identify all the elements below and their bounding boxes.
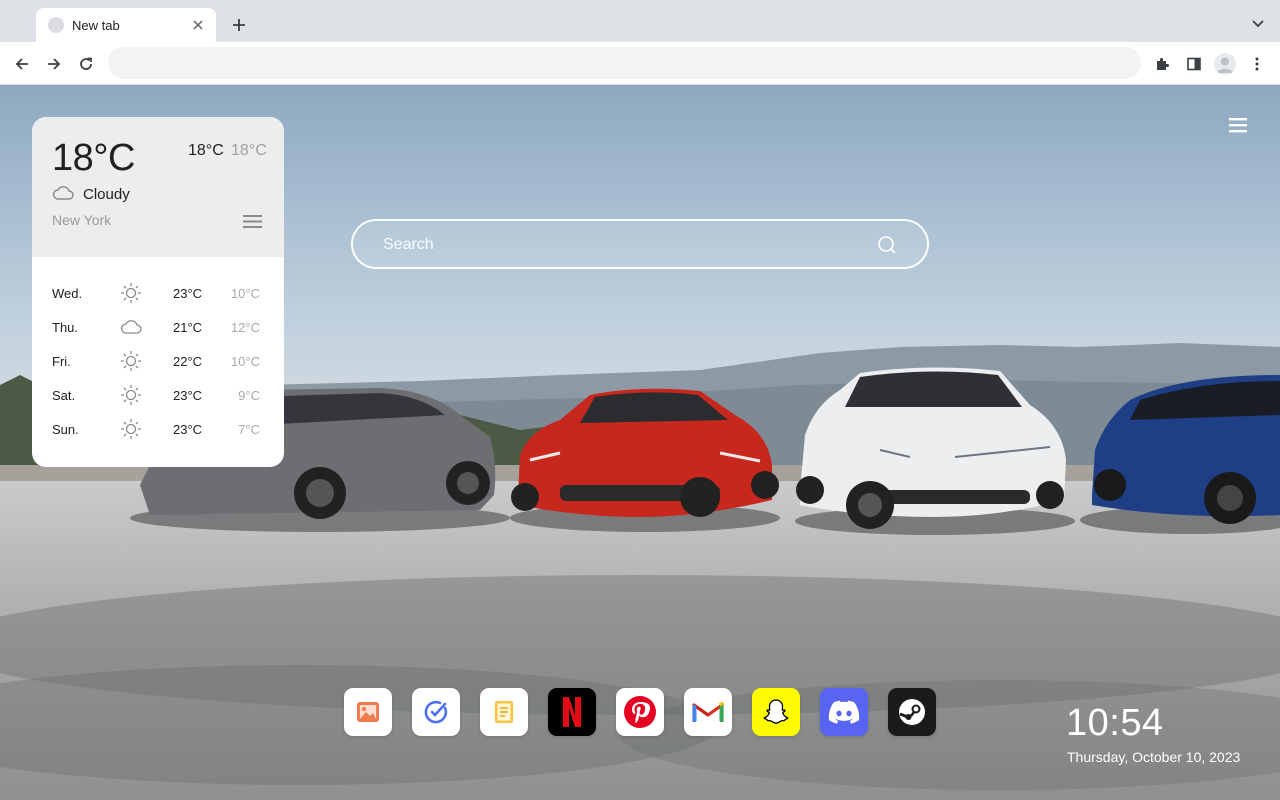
forecast-day: Thu. [52,320,79,335]
browser-toolbar [0,42,1280,85]
back-button[interactable] [9,51,35,77]
forecast-low: 10°C [230,286,260,301]
tab-new-tab[interactable]: New tab [36,8,216,42]
app-dock [344,688,936,736]
weather-current: 18°C 18°C 18°C Cloudy New York [32,117,284,257]
forecast-high: 23°C [173,422,203,437]
new-tab-page: 18°C 18°C 18°C Cloudy New York Wed. 23°C… [0,85,1280,800]
forecast-day: Fri. [52,354,71,369]
new-tab-button[interactable] [228,14,250,36]
weather-widget: 18°C 18°C 18°C Cloudy New York Wed. 23°C… [32,117,284,467]
sun-icon [120,282,142,304]
forecast-row: Wed. 23°C 10°C [32,277,284,311]
netflix-icon[interactable] [548,688,596,736]
gmail-icon[interactable] [684,688,732,736]
steam-icon[interactable] [888,688,936,736]
profile-avatar[interactable] [1212,51,1238,77]
cloud-icon [52,185,74,206]
tab-strip: New tab [0,0,1280,42]
search-input[interactable] [383,233,853,257]
forecast-day: Wed. [52,286,83,301]
forecast-day: Sun. [52,422,79,437]
pinterest-icon[interactable] [616,688,664,736]
forecast-row: Sun. 23°C 7°C [32,413,284,447]
forecast-row: Fri. 22°C 10°C [32,345,284,379]
weather-menu-icon[interactable] [243,214,262,229]
kebab-menu-icon[interactable] [1244,51,1270,77]
current-temperature: 18°C [52,137,135,179]
discord-icon[interactable] [820,688,868,736]
forecast-row: Sat. 23°C 9°C [32,379,284,413]
avatar-icon [1214,53,1236,75]
forecast-low: 10°C [230,354,260,369]
notes-icon[interactable] [480,688,528,736]
extensions-puzzle-icon[interactable] [1149,51,1175,77]
forecast-high: 23°C [173,388,203,403]
forecast-high: 22°C [173,354,203,369]
settings-menu-icon[interactable] [1228,116,1250,134]
address-bar[interactable] [108,47,1141,79]
weather-forecast: Wed. 23°C 10°C Thu. 21°C 12°C Fri. 22°C … [32,277,284,447]
weather-city: New York [52,212,112,228]
search-box [351,219,929,269]
cloud-icon [120,316,142,338]
search-icon[interactable] [877,235,897,255]
today-high: 18°C [188,142,224,159]
forecast-low: 12°C [230,320,260,335]
forecast-high: 21°C [173,320,203,335]
forecast-row: Thu. 21°C 12°C [32,311,284,345]
reload-button[interactable] [73,51,99,77]
clock-date: Thursday, October 10, 2023 [1067,749,1241,765]
sun-icon [120,418,142,440]
check-circle-icon[interactable] [412,688,460,736]
forecast-low: 9°C [238,388,260,403]
tab-search-chevron-icon[interactable] [1248,14,1268,34]
forecast-day: Sat. [52,388,76,403]
tab-favicon-icon [48,17,64,33]
tab-close-icon[interactable] [190,17,206,33]
tab-title: New tab [72,17,120,33]
sun-icon [120,350,142,372]
forecast-high: 23°C [173,286,203,301]
weather-condition: Cloudy [83,186,130,203]
snapchat-icon[interactable] [752,688,800,736]
sun-icon [120,384,142,406]
forward-button[interactable] [41,51,67,77]
photo-icon[interactable] [344,688,392,736]
forecast-low: 7°C [238,422,260,437]
today-low: 18°C [231,142,267,159]
side-panel-icon[interactable] [1181,51,1207,77]
clock-time: 10:54 [1066,702,1164,744]
